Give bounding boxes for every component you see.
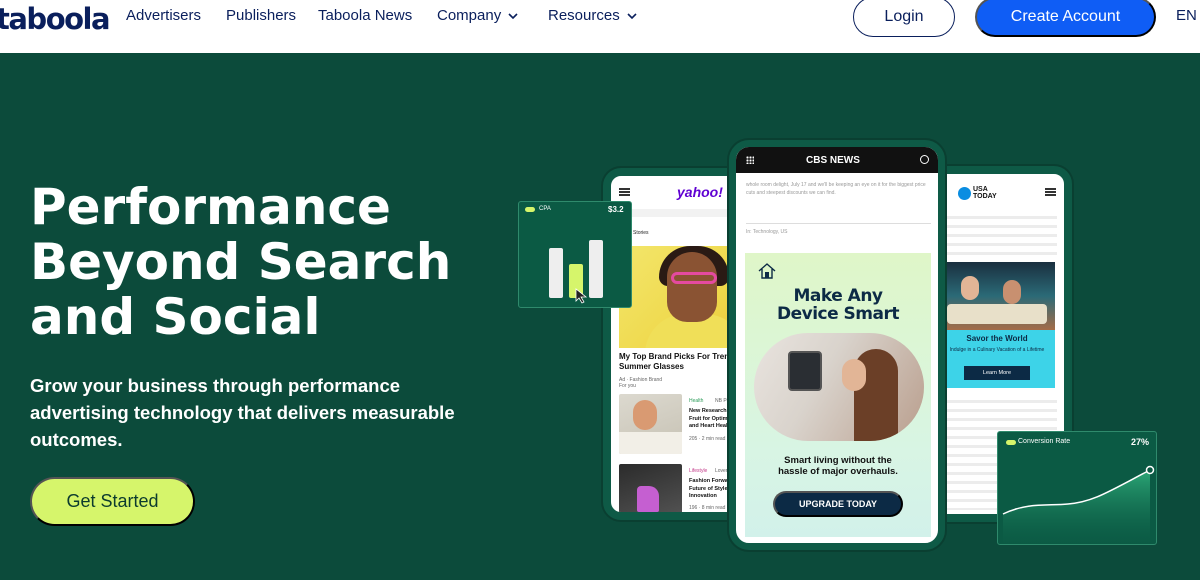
photo-glasses xyxy=(671,272,717,284)
thumb-shoe xyxy=(619,464,682,512)
yahoo-logo: yahoo! xyxy=(677,184,723,200)
menu-icon xyxy=(1045,188,1056,196)
article-meta: Ad · Fashion Brand For you xyxy=(619,377,662,389)
conversion-label: Conversion Rate xyxy=(1018,438,1071,445)
culinary-ad[interactable]: Savor the World Indulge in a Culinary Va… xyxy=(939,262,1055,388)
ad-headline-line-1: Make Any xyxy=(793,286,883,306)
smarthome-ad[interactable]: Make Any Device Smart Smart living witho… xyxy=(745,253,931,537)
cbs-news-logo: CBS NEWS xyxy=(806,155,860,166)
item2-meta: 196 · 8 min read xyxy=(689,505,726,511)
article-meta-for-you: For you xyxy=(619,383,636,389)
stories-label: Stories xyxy=(633,230,649,236)
ad-subtitle: Indulge in a Culinary Vacation of a Life… xyxy=(949,347,1045,353)
create-account-button[interactable]: Create Account xyxy=(975,0,1156,37)
phone-mockup-cbs-news: CBS NEWS whole room delight, July 17 and… xyxy=(729,140,945,550)
nav-link-advertisers[interactable]: Advertisers xyxy=(126,7,201,24)
ad-photo xyxy=(939,262,1055,330)
search-icon xyxy=(920,155,929,164)
usa-today-logo-line-1: USA xyxy=(973,186,988,193)
hero-title-line-3: and Social xyxy=(30,288,321,346)
ad-headline: Make Any Device Smart xyxy=(745,287,931,323)
cpa-value: $3.2 xyxy=(608,205,624,214)
conversion-value: 27% xyxy=(1131,437,1150,447)
cursor-icon xyxy=(575,288,588,304)
usa-today-logo-line-2: TODAY xyxy=(973,193,997,200)
article-text: whole room delight, July 17 and we'll be… xyxy=(746,182,926,196)
login-button[interactable]: Login xyxy=(853,0,955,37)
ad-copy-line-1: Smart living without the xyxy=(784,455,892,466)
chevron-down-icon xyxy=(508,12,518,19)
hero-title-line-1: Performance xyxy=(30,178,391,236)
toggle-icon xyxy=(1006,440,1016,445)
article-text-lines xyxy=(939,216,1057,256)
get-started-button[interactable]: Get Started xyxy=(30,477,195,526)
conversion-rate-card: Conversion Rate 27% xyxy=(997,431,1157,545)
ad-headline: Savor the World xyxy=(966,334,1028,343)
house-icon xyxy=(758,263,776,279)
language-selector[interactable]: EN xyxy=(1176,7,1197,24)
chevron-down-icon xyxy=(627,12,637,19)
conversion-trend-chart xyxy=(1002,465,1155,544)
thumb-fruit xyxy=(619,394,682,454)
top-nav: taboola Advertisers Publishers Taboola N… xyxy=(0,0,1200,53)
apps-grid-icon xyxy=(746,156,754,164)
photo-face xyxy=(667,252,717,322)
nav-link-company-label: Company xyxy=(437,7,502,24)
ad-headline-line-2: Device Smart xyxy=(776,304,900,324)
toggle-icon xyxy=(525,207,535,212)
menu-icon xyxy=(619,188,630,196)
ad-copy: Smart living without the hassle of major… xyxy=(745,455,931,477)
hero-title-line-2: Beyond Search xyxy=(30,233,452,291)
hero-subtitle: Grow your business through performance a… xyxy=(30,375,455,450)
cbs-header: CBS NEWS xyxy=(736,147,938,173)
usa-today-logo: USA TODAY xyxy=(973,186,997,200)
ad-copy-line-2: hassle of major overhauls. xyxy=(778,466,898,477)
nav-link-publishers[interactable]: Publishers xyxy=(226,7,296,24)
nav-dropdown-company[interactable]: Company xyxy=(437,7,519,24)
item1-tag: Health xyxy=(689,398,704,404)
item1-meta: 205 · 2 min read xyxy=(689,436,726,442)
nav-link-taboola-news[interactable]: Taboola News xyxy=(318,7,412,24)
item2-tag: Lifestyle xyxy=(689,468,708,474)
nav-link-resources-label: Resources xyxy=(548,7,620,24)
taboola-logo[interactable]: taboola xyxy=(0,2,111,36)
article-category: In: Technology, US xyxy=(746,223,931,236)
photo-woman-face xyxy=(842,359,866,391)
cpa-label: CPA xyxy=(539,206,551,212)
hero-title: Performance Beyond Search and Social xyxy=(30,180,510,345)
learn-more-button[interactable]: Learn More xyxy=(964,366,1030,380)
ad-photo xyxy=(754,333,924,441)
cpa-metric-card: CPA $3.2 xyxy=(518,201,632,308)
usa-today-logo-icon xyxy=(958,187,971,200)
nav-dropdown-resources[interactable]: Resources xyxy=(548,7,638,24)
cpa-bar-3 xyxy=(589,240,603,298)
upgrade-today-button[interactable]: UPGRADE TODAY xyxy=(773,491,903,517)
cpa-bar-1 xyxy=(549,248,563,298)
smart-device xyxy=(788,351,822,391)
